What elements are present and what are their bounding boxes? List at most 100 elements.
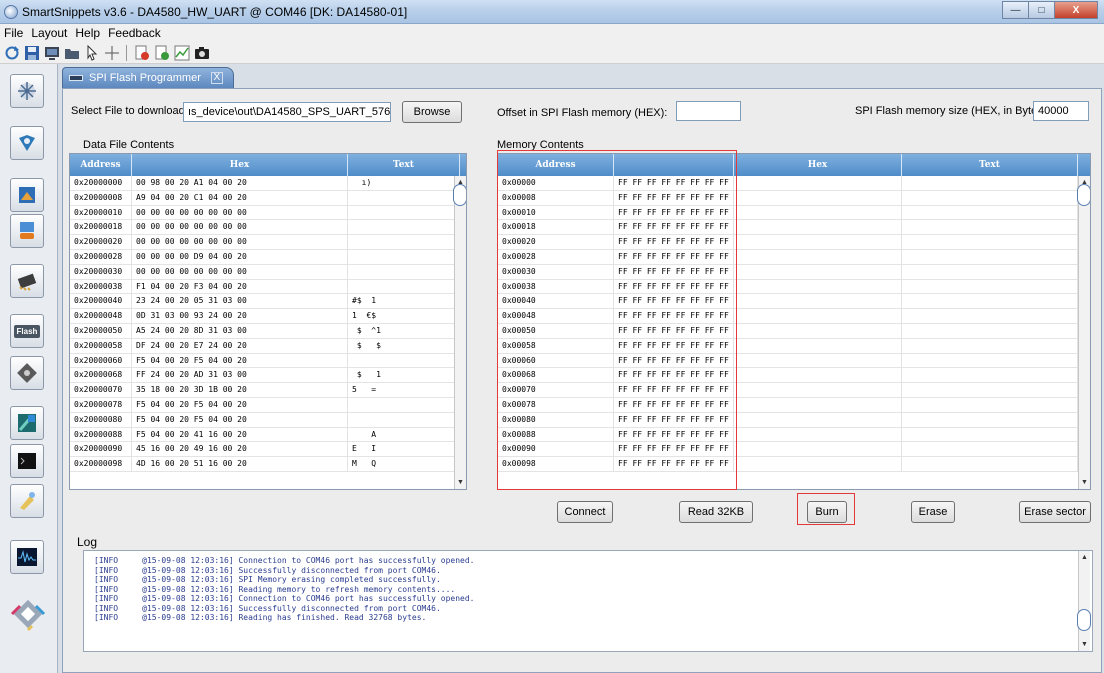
table-row[interactable]: 0x20000098 4D 16 00 20 51 16 00 20 M Q xyxy=(70,457,460,472)
scroll-up-icon[interactable]: ▲ xyxy=(1080,553,1089,562)
scroll-thumb[interactable] xyxy=(1077,609,1091,631)
address-cell: 0x20000098 xyxy=(70,457,132,472)
tab-strip: SPI Flash Programmer X xyxy=(60,64,1104,88)
sidebar-sleep-mode-button[interactable] xyxy=(10,484,44,518)
column-header-hex[interactable]: Hex xyxy=(734,154,902,176)
import-green-icon[interactable] xyxy=(154,45,170,61)
sidebar-eeprom-button[interactable] xyxy=(10,264,44,298)
hex-extra-cell xyxy=(734,294,902,310)
scroll-down-icon[interactable]: ▼ xyxy=(1080,640,1089,649)
monitor-icon[interactable] xyxy=(44,45,60,61)
sidebar-flash-button[interactable]: Flash xyxy=(10,314,44,348)
memory-scrollbar[interactable]: ▲ ▼ xyxy=(1077,176,1090,489)
crosshair-icon[interactable] xyxy=(104,45,120,61)
tab-close-icon[interactable]: X xyxy=(210,72,223,84)
maximize-button[interactable]: □ xyxy=(1028,1,1054,19)
table-row[interactable]: 0x20000028 00 00 00 00 D9 04 00 20 xyxy=(70,249,460,265)
text-cell: M Q xyxy=(348,457,460,472)
text-cell xyxy=(902,235,1078,250)
file-path-field[interactable]: ıs_device\out\DA14580_SPS_UART_57600.hex xyxy=(183,102,391,122)
burn-button[interactable]: Burn xyxy=(807,501,847,523)
sidebar-layout-button[interactable] xyxy=(10,406,44,440)
minimize-button[interactable]: — xyxy=(1002,1,1028,19)
read-32kb-button[interactable]: Read 32KB xyxy=(679,501,753,523)
spi-flash-panel: Select File to download: ıs_device\out\D… xyxy=(62,88,1102,673)
table-row[interactable]: 0x20000080 F5 04 00 20 F5 04 00 20 xyxy=(70,412,460,428)
sidebar-board-setup-button[interactable] xyxy=(10,126,44,160)
table-row[interactable]: 0x20000010 00 00 00 00 00 00 00 00 xyxy=(70,205,460,221)
text-cell xyxy=(902,279,1078,295)
log-line: [INFO @15-09-08 12:03:16] Reading has fi… xyxy=(94,613,427,622)
table-row[interactable]: 0x20000008 A9 04 00 20 C1 04 00 20 xyxy=(70,190,460,206)
menu-layout[interactable]: Layout xyxy=(27,26,71,40)
sidebar-otp-header-button[interactable] xyxy=(10,214,44,248)
menu-help[interactable]: Help xyxy=(71,26,104,40)
table-row[interactable]: 0x20000088 F5 04 00 20 41 16 00 20 A xyxy=(70,427,460,443)
flash-size-field[interactable]: 40000 xyxy=(1033,101,1089,121)
table-row[interactable]: 0x20000090 45 16 00 20 49 16 00 20 E I xyxy=(70,442,460,458)
pointer-icon[interactable] xyxy=(84,45,100,61)
data-file-scrollbar[interactable]: ▲ ▼ xyxy=(453,176,466,489)
text-cell xyxy=(348,353,460,369)
table-row[interactable]: 0x20000020 00 00 00 00 00 00 00 00 xyxy=(70,235,460,250)
toolbar xyxy=(0,42,1104,64)
address-cell: 0x20000040 xyxy=(70,294,132,310)
browse-button[interactable]: Browse xyxy=(402,101,462,123)
scroll-thumb[interactable] xyxy=(1077,184,1090,206)
table-row[interactable]: 0x20000078 F5 04 00 20 F5 04 00 20 xyxy=(70,397,460,413)
sidebar-settings-button[interactable] xyxy=(10,74,44,108)
table-row[interactable]: 0x20000070 35 18 00 20 3D 1B 00 20 5 = xyxy=(70,383,460,398)
hex-cell: F5 04 00 20 F5 04 00 20 xyxy=(132,412,348,428)
sidebar-terminal-button[interactable] xyxy=(10,444,44,478)
table-row[interactable]: 0x20000038 F1 04 00 20 F3 04 00 20 xyxy=(70,279,460,295)
sidebar-booter-button[interactable] xyxy=(10,356,44,390)
log-line: [INFO @15-09-08 12:03:16] SPI Memory era… xyxy=(94,575,441,584)
text-cell xyxy=(348,279,460,295)
close-button[interactable]: X xyxy=(1054,1,1098,19)
log-panel[interactable]: [INFO @15-09-08 12:03:16] Connection to … xyxy=(83,550,1093,652)
chart-icon[interactable] xyxy=(174,45,190,61)
address-cell: 0x20000060 xyxy=(70,353,132,369)
hex-cell: 00 00 00 00 00 00 00 00 xyxy=(132,235,348,250)
table-row[interactable]: 0x20000000 00 98 00 20 A1 04 00 20 ı) xyxy=(70,176,460,191)
table-row[interactable]: 0x20000068 FF 24 00 20 AD 31 03 00 $ 1 xyxy=(70,368,460,384)
camera-icon[interactable] xyxy=(194,45,210,61)
offset-field[interactable] xyxy=(676,101,741,121)
scroll-thumb[interactable] xyxy=(453,184,466,206)
scroll-down-icon[interactable]: ▼ xyxy=(456,478,465,487)
table-row[interactable]: 0x20000058 DF 24 00 20 E7 24 00 20 $ $ xyxy=(70,338,460,354)
refresh-icon[interactable] xyxy=(4,45,20,61)
text-cell: $ 1 xyxy=(348,368,460,384)
column-header-hex[interactable]: Hex xyxy=(132,154,348,176)
export-red-icon[interactable] xyxy=(134,45,150,61)
layout-icon xyxy=(18,414,36,432)
save-icon[interactable] xyxy=(24,45,40,61)
sidebar-chip-programmer-button[interactable] xyxy=(10,178,44,212)
connect-button[interactable]: Connect xyxy=(557,501,613,523)
log-title: Log xyxy=(77,535,98,549)
address-cell: 0x20000050 xyxy=(70,323,132,339)
data-file-table[interactable]: Address Hex Text 0x20000000 00 98 00 20 A… xyxy=(69,153,467,490)
text-cell xyxy=(902,442,1078,458)
table-row[interactable]: 0x20000060 F5 04 00 20 F5 04 00 20 xyxy=(70,353,460,369)
table-row[interactable]: 0x20000048 0D 31 03 00 93 24 00 20 1 €$ xyxy=(70,309,460,324)
table-row[interactable]: 0x20000040 23 24 00 20 05 31 03 00 #$ 1 xyxy=(70,294,460,310)
menu-feedback[interactable]: Feedback xyxy=(104,26,165,40)
column-header-text[interactable]: Text xyxy=(902,154,1078,176)
table-row[interactable]: 0x20000030 00 00 00 00 00 00 00 00 xyxy=(70,264,460,280)
scroll-down-icon[interactable]: ▼ xyxy=(1080,478,1089,487)
column-header-address[interactable]: Address xyxy=(70,154,132,176)
window-title: SmartSnippets v3.6 - DA4580_HW_UART @ CO… xyxy=(22,5,408,19)
erase-sector-button[interactable]: Erase sector xyxy=(1019,501,1091,523)
table-row[interactable]: 0x20000018 00 00 00 00 00 00 00 00 xyxy=(70,220,460,236)
tab-spi-flash-programmer[interactable]: SPI Flash Programmer X xyxy=(62,67,234,88)
menu-file[interactable]: File xyxy=(0,26,27,40)
table-row[interactable]: 0x20000050 A5 24 00 20 8D 31 03 00 $ ^1 xyxy=(70,323,460,339)
log-scrollbar[interactable]: ▲ ▼ xyxy=(1077,551,1091,651)
sidebar-power-profiler-button[interactable] xyxy=(10,540,44,574)
column-header-text[interactable]: Text xyxy=(348,154,460,176)
text-cell xyxy=(902,427,1078,443)
hex-cell: 23 24 00 20 05 31 03 00 xyxy=(132,294,348,310)
erase-button[interactable]: Erase xyxy=(911,501,955,523)
folder-icon[interactable] xyxy=(64,45,80,61)
